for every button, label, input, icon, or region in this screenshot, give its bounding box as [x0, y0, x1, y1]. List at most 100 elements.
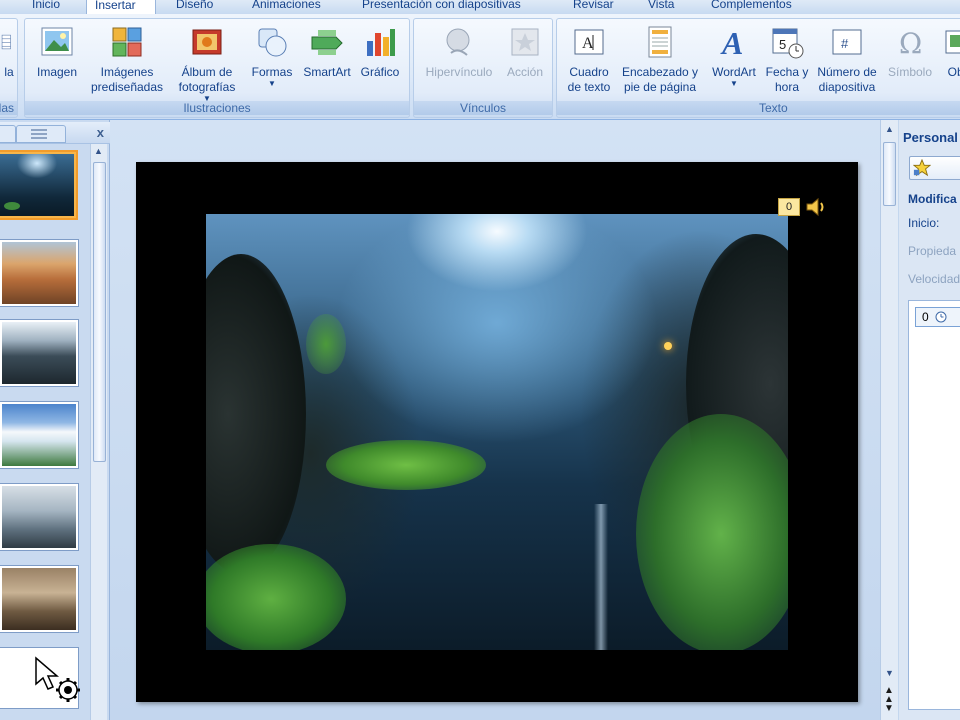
tab-complementos[interactable]: Complementos: [711, 0, 792, 14]
partial-left-button[interactable]: la: [0, 19, 19, 80]
ribbon-tabs: Inicio Insertar Diseño Animaciones Prese…: [0, 0, 960, 14]
svg-text:A: A: [582, 35, 594, 52]
group-ilustraciones: Imagen Imágenes prediseñadas Álbum de fo…: [24, 18, 410, 118]
moss-bottom-left: [206, 544, 346, 650]
tab-insertar[interactable]: Insertar: [86, 0, 156, 14]
fecha-hora-label: Fecha y hora: [765, 65, 809, 94]
slide-thumbnail-7[interactable]: [0, 648, 80, 708]
slide-thumbnail-6[interactable]: [0, 566, 78, 632]
chart-icon: [367, 29, 395, 56]
moss-left-ledge: [306, 314, 346, 374]
animation-list-item[interactable]: 0: [915, 307, 960, 327]
sound-animation-order-badge[interactable]: 0: [778, 198, 800, 216]
smartart-button[interactable]: SmartArt: [299, 19, 355, 80]
slides-pane-scrollbar[interactable]: ▲: [90, 144, 107, 720]
editing-area-scrollbar[interactable]: ▲ ▼ ▲ ▲ ▼: [880, 120, 898, 720]
task-pane-title: Personal: [903, 130, 958, 145]
modify-heading: Modifica: [908, 192, 957, 206]
moss-ledge-center: [326, 440, 486, 490]
simbolo-button[interactable]: Ω Símbolo: [883, 19, 937, 80]
clock-icon: [935, 311, 947, 323]
numero-diapositiva-label: Número de diapositiva: [817, 65, 877, 94]
slide-thumbnail-5[interactable]: [0, 484, 78, 550]
grafico-label: Gráfico: [360, 65, 400, 79]
speaker-icon[interactable]: [804, 196, 828, 218]
shapes-icon: [258, 28, 287, 57]
imagen-button[interactable]: Imagen: [31, 19, 83, 80]
editing-scroll-up-icon[interactable]: ▲: [885, 124, 894, 134]
accion-button[interactable]: Acción: [500, 19, 550, 80]
cave-photo[interactable]: [206, 214, 788, 650]
svg-text:#: #: [841, 36, 849, 51]
busy-cursor-icon: [35, 656, 80, 702]
tab-revisar[interactable]: Revisar: [573, 0, 614, 14]
animation-list[interactable]: 0: [908, 300, 960, 710]
tab-diseno[interactable]: Diseño: [176, 0, 213, 14]
album-fotografias-label: Álbum de fotografías: [178, 65, 236, 94]
objeto-button[interactable]: Obj: [937, 19, 960, 80]
picture-icon: [41, 27, 73, 56]
simbolo-label: Símbolo: [887, 65, 933, 79]
outline-lines-icon: [31, 129, 47, 139]
album-fotografias-button[interactable]: Álbum de fotografías ▼: [169, 19, 245, 103]
custom-animation-pane: Personal Modifica Inicio: Propieda Veloc…: [899, 120, 960, 720]
cave-light: [664, 342, 672, 350]
grafico-button[interactable]: Gráfico: [355, 19, 405, 80]
encabezado-pie-button[interactable]: Encabezado y pie de página: [617, 19, 703, 95]
group-texto: A Cuadro de texto Encabezado y pie de pá…: [556, 18, 960, 118]
svg-text:A: A: [720, 25, 743, 59]
clipart-icon: [112, 27, 142, 57]
svg-text:Ω: Ω: [899, 27, 922, 59]
slide-thumbnail-3[interactable]: [0, 320, 78, 386]
wordart-dropdown-arrow-icon: ▼: [730, 79, 738, 88]
start-label: Inicio:: [908, 216, 940, 230]
slides-tab[interactable]: [0, 125, 16, 143]
header-footer-icon: [648, 26, 672, 58]
cuadro-texto-button[interactable]: A Cuadro de texto: [561, 19, 617, 95]
ribbon: la las Imagen Imágenes prediseñadas Álbu…: [0, 14, 960, 120]
editing-scroll-down-icon[interactable]: ▼: [885, 668, 894, 678]
add-effect-button[interactable]: [909, 156, 960, 180]
slide-thumbnail-2[interactable]: [0, 240, 78, 306]
slide-thumbnail-4[interactable]: [0, 402, 78, 468]
add-effect-star-icon: [912, 158, 932, 177]
texto-group-label: Texto: [557, 101, 960, 115]
imagenes-prediseñadas-button[interactable]: Imágenes prediseñadas: [85, 19, 169, 95]
object-icon: [945, 30, 960, 54]
table-icon: [1, 34, 11, 50]
tab-animaciones[interactable]: Animaciones: [252, 0, 321, 14]
textbox-icon: A: [574, 29, 604, 55]
scroll-up-arrow-icon[interactable]: ▲: [94, 146, 103, 156]
tab-inicio[interactable]: Inicio: [32, 0, 60, 14]
smartart-icon: [311, 30, 343, 55]
accion-label: Acción: [506, 65, 544, 79]
slides-pane-scroll-thumb[interactable]: [93, 162, 106, 462]
partial-left-button-label: la: [4, 65, 14, 79]
outline-tab[interactable]: [16, 125, 66, 143]
tab-presentacion[interactable]: Presentación con diapositivas: [362, 0, 521, 14]
ilustraciones-group-label: Ilustraciones: [25, 101, 409, 115]
current-slide[interactable]: 0: [136, 162, 858, 702]
hipervinculo-label: Hipervínculo: [425, 65, 493, 79]
numero-diapositiva-button[interactable]: # Número de diapositiva: [811, 19, 883, 95]
fecha-hora-button[interactable]: 5 Fecha y hora: [763, 19, 811, 95]
waterfall: [594, 504, 608, 650]
partial-left-group-label: las: [0, 101, 17, 115]
slide-number-icon: #: [832, 29, 862, 55]
calendar-icon: 5: [772, 28, 804, 59]
formas-dropdown-arrow-icon: ▼: [268, 79, 276, 88]
moss-right-slope: [636, 414, 788, 650]
tab-vista[interactable]: Vista: [648, 0, 674, 14]
editing-scroll-thumb[interactable]: [883, 142, 896, 206]
left-rock-wall: [206, 254, 306, 574]
thumbnail-moss: [4, 202, 20, 210]
wordart-icon: A: [720, 25, 743, 59]
smartart-label: SmartArt: [303, 65, 351, 79]
formas-button[interactable]: Formas ▼: [247, 19, 297, 88]
previous-next-slide-icon[interactable]: ▲ ▲ ▼: [884, 686, 894, 714]
slide-thumbnail-1[interactable]: [0, 152, 76, 218]
wordart-button[interactable]: A WordArt ▼: [705, 19, 763, 88]
hipervinculo-button[interactable]: Hipervínculo: [418, 19, 500, 80]
slides-pane-close-icon[interactable]: x: [97, 125, 104, 140]
hyperlink-globe-icon: [446, 28, 470, 56]
